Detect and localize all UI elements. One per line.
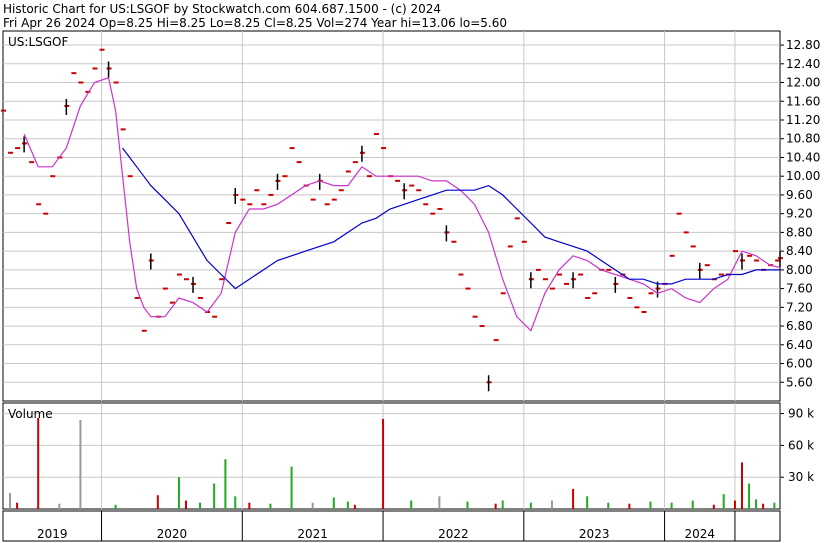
price-tick-label: 10.80 (786, 132, 820, 146)
volume-bar (438, 496, 441, 509)
volume-bar (353, 504, 356, 509)
price-tick-label: 9.60 (786, 188, 813, 202)
chart-header-line1: Historic Chart for US:LSGOF by Stockwatc… (3, 2, 441, 16)
price-tick-label: 5.60 (786, 375, 813, 389)
volume-bar (114, 504, 117, 509)
year-label: 2019 (37, 527, 68, 541)
price-tick-label: 12.80 (786, 38, 820, 52)
year-label: 2020 (157, 527, 188, 541)
volume-bar (740, 462, 743, 509)
volume-bar (16, 502, 19, 509)
volume-bar (501, 500, 504, 509)
volume-bar (213, 483, 216, 509)
volume-bar (156, 495, 159, 509)
price-tick-label: 8.80 (786, 225, 813, 239)
historic-stock-chart: Historic Chart for US:LSGOF by Stockwatc… (1, 2, 820, 542)
price-tick-label: 10.40 (786, 150, 820, 164)
price-tick-label: 11.20 (786, 113, 820, 127)
year-label: 2022 (438, 527, 469, 541)
volume-bar (79, 419, 82, 509)
chart-header-line2: Fri Apr 26 2024 Op=8.25 Hi=8.25 Lo=8.25 … (3, 16, 507, 30)
volume-bar (494, 503, 497, 509)
volume-bar (37, 417, 40, 509)
volume-axis: 90 k 60 k 30 k (780, 407, 814, 484)
volume-bar (628, 503, 631, 509)
price-tick-label: 6.80 (786, 319, 813, 333)
volume-panel (2, 402, 781, 510)
price-axis: 12.80 12.40 12.00 11.60 11.20 10.80 10.40 10.00… (780, 38, 820, 389)
volume-bar (184, 500, 187, 509)
volume-bar (691, 500, 694, 509)
price-tick-label: 12.00 (786, 76, 820, 90)
symbol-label: US:LSGOF (8, 35, 68, 49)
volume-bar (199, 502, 202, 509)
volume-bar (224, 459, 227, 509)
price-tick-label: 9.20 (786, 207, 813, 221)
volume-bar (248, 502, 251, 509)
volume-tick-label: 90 k (788, 407, 814, 421)
volume-bar (649, 501, 652, 509)
year-label: 2023 (579, 527, 610, 541)
volume-tick-label: 60 k (788, 438, 814, 452)
time-axis-panel (2, 510, 781, 542)
volume-bar (755, 499, 758, 509)
price-tick-label: 8.00 (786, 263, 813, 277)
volume-bar (572, 488, 575, 509)
volume-bar (748, 483, 751, 509)
price-tick-label: 6.40 (786, 338, 813, 352)
volume-tick-label: 30 k (788, 470, 814, 484)
volume-bar (332, 497, 335, 509)
volume-bar (550, 500, 553, 509)
year-label: 2021 (297, 527, 328, 541)
volume-bar (773, 502, 776, 509)
price-tick-label: 7.20 (786, 300, 813, 314)
price-tick-label: 11.60 (786, 94, 820, 108)
price-tick-label: 10.00 (786, 169, 820, 183)
volume-bar (733, 500, 736, 509)
volume-bar (269, 503, 272, 509)
volume-bar (670, 502, 673, 509)
volume-bar (529, 502, 532, 509)
volume-bar (382, 418, 385, 509)
price-tick-label: 6.00 (786, 357, 813, 371)
volume-bar (607, 502, 610, 509)
volume-bar (712, 504, 715, 509)
volume-bar (410, 500, 413, 509)
volume-bar (346, 501, 349, 509)
volume-bar (9, 493, 12, 509)
volume-bar (466, 501, 469, 509)
volume-bar (234, 496, 237, 509)
volume-bar (290, 466, 293, 509)
price-tick-label: 7.60 (786, 282, 813, 296)
year-label: 2024 (684, 527, 715, 541)
volume-bar (762, 503, 765, 509)
volume-bar (586, 496, 589, 509)
price-tick-label: 12.40 (786, 57, 820, 71)
volume-bar (177, 477, 180, 509)
volume-bar (311, 502, 314, 509)
price-panel (2, 30, 781, 402)
volume-bar (58, 503, 61, 509)
volume-bar (722, 494, 725, 509)
volume-label: Volume (8, 407, 53, 421)
price-tick-label: 8.40 (786, 244, 813, 258)
